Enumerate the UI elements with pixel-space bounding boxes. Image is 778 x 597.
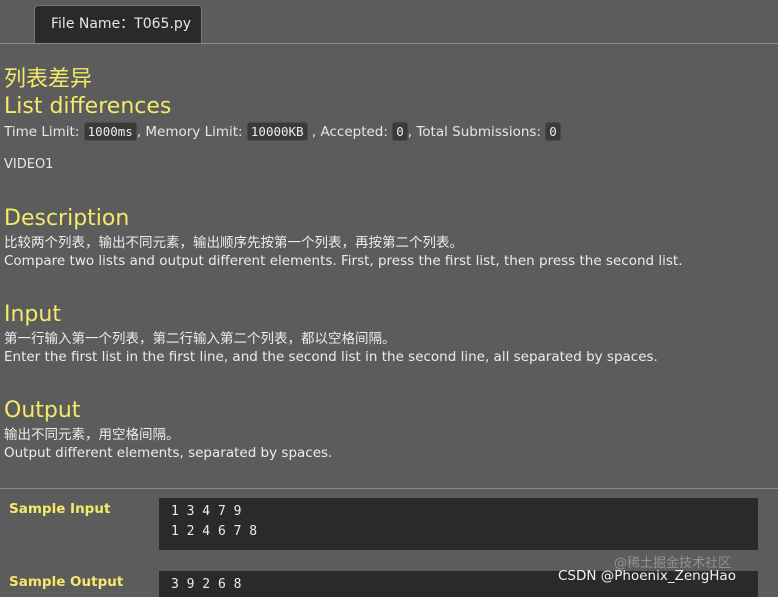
problem-title-en: List differences	[4, 94, 172, 119]
total-submissions-label: , Total Submissions:	[407, 124, 541, 140]
input-heading: Input	[4, 302, 61, 327]
accepted-value: 0	[392, 122, 408, 141]
video-link[interactable]: VIDEO1	[4, 156, 53, 174]
description-text-zh: 比较两个列表，输出不同元素，输出顺序先按第一个列表，再按第二个列表。	[4, 235, 463, 251]
input-text-en: Enter the first list in the first line, …	[4, 349, 658, 365]
accepted-label: , Accepted:	[311, 124, 388, 140]
problem-limits: Time Limit: 1000ms, Memory Limit: 10000K…	[4, 122, 561, 142]
output-text-en: Output different elements, separated by …	[4, 445, 333, 461]
tab-bar: File Name：T065.py	[0, 0, 778, 44]
section-divider	[0, 488, 778, 489]
problem-title-zh: 列表差异	[4, 67, 93, 92]
output-text-zh: 输出不同元素，用空格间隔。	[4, 427, 180, 443]
description-text-en: Compare two lists and output different e…	[4, 253, 683, 269]
sample-input-label: Sample Input	[9, 501, 111, 517]
total-submissions-value: 0	[545, 122, 561, 141]
watermark-csdn: CSDN @Phoenix_ZengHao	[558, 568, 736, 584]
sample-input-line: 1 2 4 6 7 8	[171, 524, 258, 539]
sample-output-label: Sample Output	[9, 574, 124, 590]
input-text-zh: 第一行输入第一个列表，第二行输入第二个列表，都以空格间隔。	[4, 331, 396, 347]
time-limit-label: Time Limit:	[4, 124, 80, 140]
output-heading: Output	[4, 398, 81, 423]
tab-file-name[interactable]: File Name：T065.py	[34, 5, 202, 43]
memory-limit-label: , Memory Limit:	[136, 124, 243, 140]
description-heading: Description	[4, 206, 130, 231]
sample-input-box[interactable]: 1 3 4 7 9 1 2 4 6 7 8	[159, 498, 758, 550]
time-limit-value: 1000ms	[83, 122, 137, 141]
sample-input-line: 1 3 4 7 9	[171, 504, 242, 519]
memory-limit-value: 10000KB	[246, 122, 308, 141]
